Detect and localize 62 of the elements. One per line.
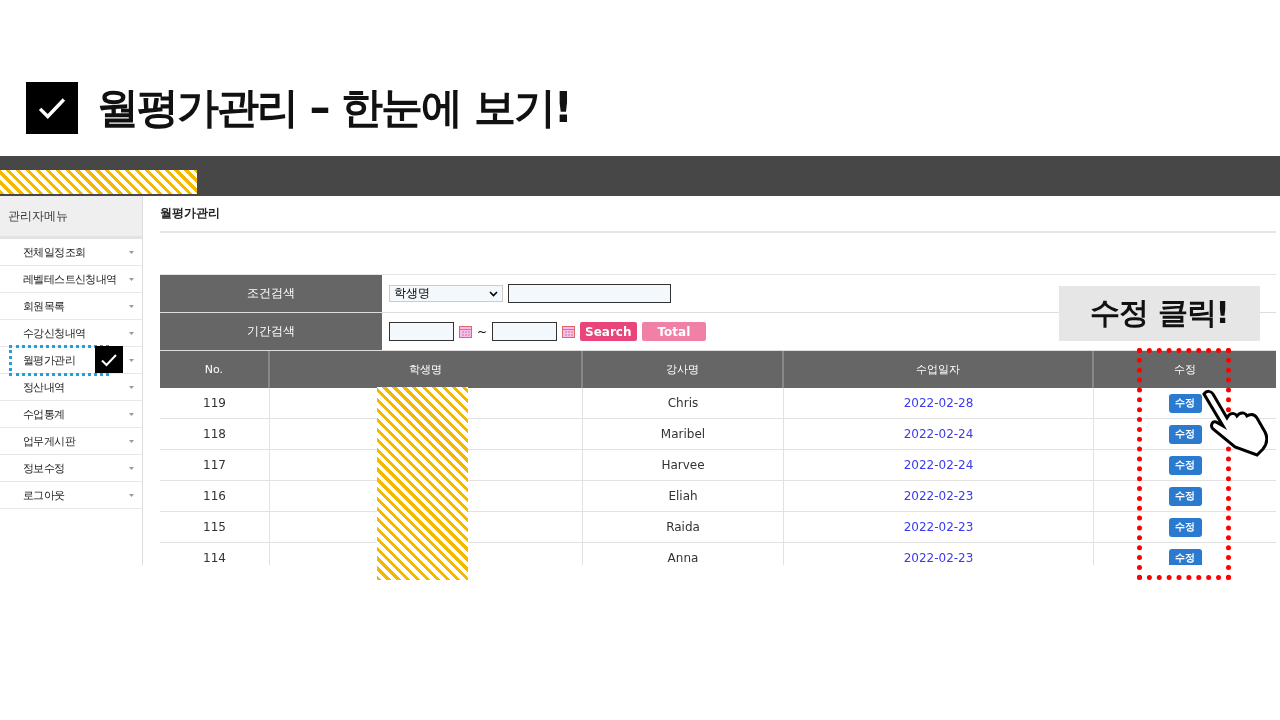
table-cell: Harvee <box>583 450 784 480</box>
calendar-icon[interactable] <box>459 325 472 338</box>
table-cell: Anna <box>583 543 784 565</box>
sidebar-item[interactable]: 정산내역 <box>0 374 142 401</box>
date-link[interactable]: 2022-02-23 <box>784 543 1094 565</box>
column-header: 강사명 <box>583 351 784 388</box>
table-cell: 119 <box>160 388 270 418</box>
column-header: 수정 <box>1173 362 1197 378</box>
page-title: 월평가관리 <box>160 196 1276 233</box>
range-separator: ~ <box>477 324 488 339</box>
search-label: 조건검색 <box>160 275 382 312</box>
caret-icon <box>129 493 134 497</box>
table-cell: 114 <box>160 543 270 565</box>
date-link[interactable]: 2022-02-24 <box>784 419 1094 449</box>
caret-icon <box>129 277 134 281</box>
edit-button[interactable]: 수정 <box>1168 486 1202 506</box>
sidebar-item[interactable]: 회원목록 <box>0 293 142 320</box>
date-link[interactable]: 2022-02-28 <box>784 388 1094 418</box>
search-label: 기간검색 <box>160 313 382 350</box>
date-link[interactable]: 2022-02-23 <box>784 512 1094 542</box>
sidebar-item[interactable]: 로그아웃 <box>0 482 142 509</box>
sidebar-heading: 관리자메뉴 <box>0 196 142 239</box>
caret-icon <box>129 250 134 254</box>
sidebar-item[interactable]: 전체일정조회 <box>0 239 142 266</box>
caret-icon <box>129 358 134 362</box>
table-cell: 118 <box>160 419 270 449</box>
slide-title: 월평가관리 – 한눈에 보기! <box>97 82 572 134</box>
sidebar-item[interactable]: 업무게시판 <box>0 428 142 455</box>
edit-button[interactable]: 수정 <box>1168 548 1202 565</box>
search-input-field[interactable] <box>508 284 671 303</box>
sidebar-item[interactable]: 월평가관리 <box>0 347 142 374</box>
table-cell: Maribel <box>583 419 784 449</box>
column-header: No. <box>160 351 270 388</box>
edit-button[interactable]: 수정 <box>1168 393 1202 413</box>
table-cell: 117 <box>160 450 270 480</box>
search-button[interactable]: Search <box>580 322 637 341</box>
date-link[interactable]: 2022-02-24 <box>784 450 1094 480</box>
start-date-field[interactable] <box>389 322 454 341</box>
callout-label: 수정 클릭! <box>1059 286 1260 341</box>
condition-select[interactable]: 학생명 <box>389 285 503 302</box>
table-cell: Raida <box>583 512 784 542</box>
sidebar-item[interactable]: 정보수정 <box>0 455 142 482</box>
table-cell: Chris <box>583 388 784 418</box>
caret-icon <box>129 331 134 335</box>
caret-icon <box>129 466 134 470</box>
date-link[interactable]: 2022-02-23 <box>784 481 1094 511</box>
table-cell: 116 <box>160 481 270 511</box>
sidebar-item[interactable]: 레벨테스트신청내역 <box>0 266 142 293</box>
edit-button[interactable]: 수정 <box>1168 455 1202 475</box>
table-cell: Eliah <box>583 481 784 511</box>
table-cell: 115 <box>160 512 270 542</box>
caret-icon <box>129 304 134 308</box>
column-header: 수업일자 <box>784 351 1094 388</box>
end-date-field[interactable] <box>492 322 558 341</box>
edit-button[interactable]: 수정 <box>1168 424 1202 444</box>
caret-icon <box>129 412 134 416</box>
caret-icon <box>129 385 134 389</box>
sidebar-item[interactable]: 수업통계 <box>0 401 142 428</box>
edit-button[interactable]: 수정 <box>1168 517 1202 537</box>
caret-icon <box>129 439 134 443</box>
chevron-down-icon <box>489 290 498 297</box>
calendar-icon[interactable] <box>562 325 576 338</box>
